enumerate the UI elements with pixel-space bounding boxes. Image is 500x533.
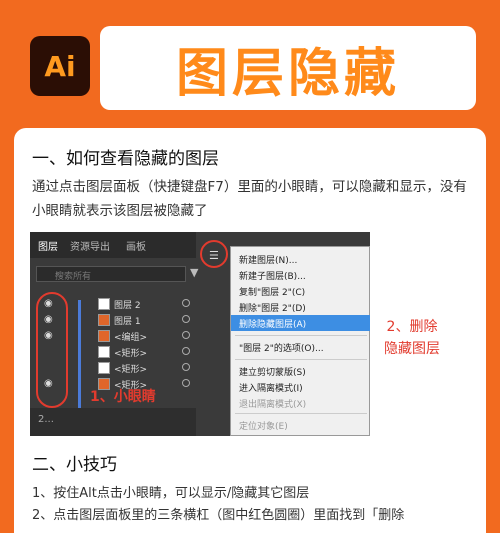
delete-annotation: 2、删除 隐藏图层 (370, 316, 454, 360)
target-icon[interactable] (182, 363, 190, 371)
layer-thumbnail (98, 330, 110, 342)
header-banner: Ai 图层隐藏 (0, 0, 500, 130)
menu-item-duplicate-layer[interactable]: 复制"图层 2"(C) (239, 285, 305, 298)
layer-name: 图层 1 (114, 317, 141, 327)
layer-search-input[interactable]: ⌕ 搜索所有 (36, 266, 186, 282)
layer-thumbnail (98, 298, 110, 310)
target-icon[interactable] (182, 331, 190, 339)
menu-item-delete-layer[interactable]: 删除"图层 2"(D) (239, 301, 306, 314)
menu-item-clipping-mask[interactable]: 建立剪切蒙版(S) (239, 365, 306, 378)
tip-item: 1、按住Alt点击小眼睛，可以显示/隐藏其它图层 (32, 486, 310, 501)
panel-tabs: 图层 资源导出 画板 (30, 232, 196, 258)
delete-annotation-line2: 隐藏图层 (384, 341, 440, 357)
menu-item-exit-isolation[interactable]: 退出隔离模式(X) (239, 397, 306, 410)
ai-logo: Ai (30, 36, 90, 96)
layer-name: <矩形> (114, 365, 148, 375)
delete-annotation-line1: 2、删除 (386, 319, 438, 335)
tip-item: 2、点击图层面板里的三条横杠（图中红色圆圈）里面找到「删除 (32, 508, 405, 523)
section2-heading: 二、小技巧 (32, 455, 117, 475)
tab-asset-export[interactable]: 资源导出 (70, 238, 110, 253)
page-title: 图层隐藏 (175, 43, 400, 104)
menu-item-delete-hidden[interactable]: 删除隐藏图层(A) (239, 317, 306, 330)
panel-bottom-bar: 2... (30, 408, 196, 436)
layer-thumbnail (98, 314, 110, 326)
menu-divider (235, 335, 367, 336)
target-icon[interactable] (182, 299, 190, 307)
filter-icon[interactable]: ▼ (190, 266, 198, 279)
eye-highlight-ring (36, 292, 68, 408)
tab-layers[interactable]: 图层 (38, 238, 58, 253)
content-card: 一、如何查看隐藏的图层 通过点击图层面板（快捷键盘F7）里面的小眼睛，可以隐藏和… (14, 128, 486, 533)
layer-name: <矩形> (114, 349, 148, 359)
menu-divider (235, 413, 367, 414)
tab-artboards[interactable]: 画板 (126, 238, 146, 253)
eye-annotation: 1、小眼睛 (90, 389, 156, 405)
layers-panel-screenshot: 图层 资源导出 画板 ☰ ⌕ 搜索所有 ▼ ◉ 图层 2 ◉ 图层 1 ◉ <编… (30, 232, 370, 436)
target-icon[interactable] (182, 379, 190, 387)
layer-name: 图层 2 (114, 301, 141, 311)
tips-list: 1、按住Alt点击小眼睛，可以显示/隐藏其它图层 2、点击图层面板里的三条横杠（… (32, 483, 474, 527)
search-placeholder: 搜索所有 (55, 272, 92, 282)
layer-thumbnail (98, 346, 110, 358)
menu-item-layer-options[interactable]: "图层 2"的选项(O)... (239, 341, 324, 354)
panel-menu-icon[interactable]: ☰ (209, 249, 219, 262)
layer-thumbnail (98, 362, 110, 374)
menu-divider (235, 359, 367, 360)
menu-item-new-layer[interactable]: 新建图层(N)... (239, 253, 297, 266)
panel-context-menu: 新建图层(N)... 新建子图层(B)... 复制"图层 2"(C) 删除"图层… (230, 246, 370, 436)
layer-count: 2... (38, 414, 54, 425)
target-icon[interactable] (182, 315, 190, 323)
section1-paragraph: 通过点击图层面板（快捷键盘F7）里面的小眼睛，可以隐藏和显示，没有小眼睛就表示该… (32, 179, 467, 219)
menu-item-enter-isolation[interactable]: 进入隔离模式(I) (239, 381, 303, 394)
menu-item-new-sublayer[interactable]: 新建子图层(B)... (239, 269, 306, 282)
section1-heading: 一、如何查看隐藏的图层 (32, 149, 219, 169)
target-icon[interactable] (182, 347, 190, 355)
layer-name: <编组> (114, 333, 148, 343)
title-box: 图层隐藏 (100, 26, 476, 110)
menu-item-locate-object[interactable]: 定位对象(E) (239, 419, 288, 432)
